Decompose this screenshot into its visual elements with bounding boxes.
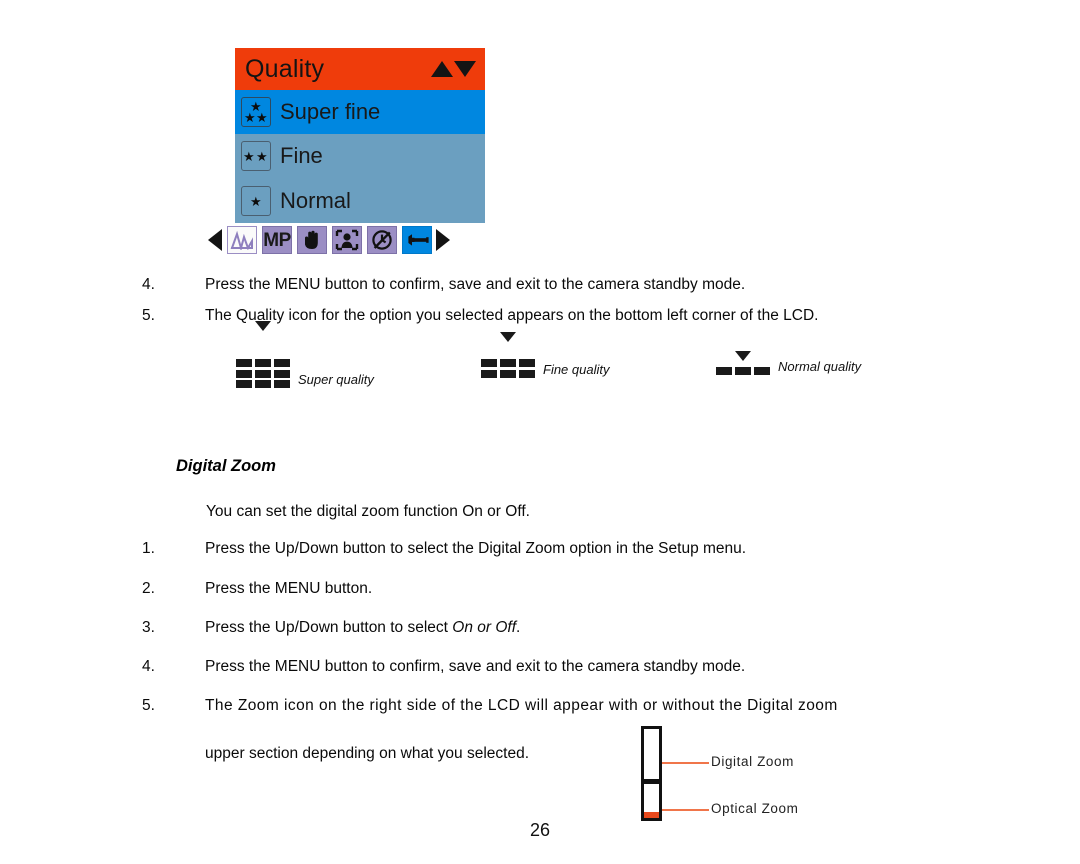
optical-zoom-label: Optical Zoom: [711, 801, 799, 816]
wrench-setup-icon[interactable]: [402, 226, 432, 254]
step-number: 5.: [142, 307, 155, 324]
zoom-level-fill: [644, 812, 659, 818]
two-star-icon: ★ ★: [241, 141, 271, 172]
normal-quality-label: Normal quality: [778, 359, 862, 374]
step-number: 2.: [142, 580, 155, 597]
step-text: Press the MENU button to confirm, save a…: [205, 658, 746, 675]
step-number: 3.: [142, 619, 155, 636]
page-number: 26: [529, 820, 551, 840]
step-text-mixed: Press the Up/Down button to select On or…: [205, 619, 520, 638]
fine-quality-label: Fine quality: [543, 361, 610, 377]
step-number: 1.: [142, 540, 155, 557]
fine-quality-icon: [481, 332, 535, 378]
lcd-scroll-arrows: [431, 61, 476, 77]
fine-quality-legend-item: Fine quality: [481, 332, 610, 378]
step-number: 5.: [142, 697, 155, 714]
scene-histogram-icon[interactable]: [227, 226, 257, 254]
lcd-option-label: Super fine: [280, 99, 381, 125]
megapixel-label: MP: [263, 229, 291, 251]
lcd-menu-header: Quality: [235, 48, 485, 90]
lcd-menu-screen: Quality ★ ★ ★ Super fine ★ ★ Fine ★ Norm…: [235, 48, 485, 223]
lcd-option-fine[interactable]: ★ ★ Fine: [235, 134, 485, 178]
super-quality-label: Super quality: [298, 372, 374, 387]
triangle-down-icon[interactable]: [454, 61, 476, 77]
super-quality-icon: [236, 321, 290, 388]
optical-zoom-leader-line: [662, 809, 709, 811]
hand-stabilizer-icon[interactable]: [297, 226, 327, 254]
lcd-option-normal[interactable]: ★ Normal: [235, 179, 485, 223]
megapixel-icon[interactable]: MP: [262, 226, 292, 254]
step-text-line2: upper section depending on what you sele…: [205, 745, 530, 762]
step-text-emphasis: On or Off: [452, 619, 517, 636]
lcd-option-super-fine[interactable]: ★ ★ ★ Super fine: [235, 90, 485, 135]
one-star-icon: ★: [241, 185, 271, 216]
step-text: Press the Up/Down button to select the D…: [205, 540, 747, 557]
three-star-icon: ★ ★ ★: [241, 97, 271, 128]
quality-icon-legend: Super quality Fine quality Normal qualit…: [236, 321, 861, 410]
triangle-up-icon[interactable]: [431, 61, 453, 77]
digital-zoom-leader-line: [662, 762, 709, 764]
self-timer-off-icon[interactable]: [367, 226, 397, 254]
arrow-left-icon[interactable]: [208, 229, 222, 251]
lcd-option-label: Fine: [280, 143, 323, 169]
super-quality-legend-item: Super quality: [236, 321, 374, 388]
lcd-option-label: Normal: [280, 187, 351, 213]
digital-zoom-segment: [641, 726, 662, 782]
step-number: 4.: [142, 658, 155, 675]
step-text-post: .: [516, 619, 521, 636]
mode-toolbar: MP: [208, 224, 470, 256]
step-text: The Quality icon for the option you sele…: [205, 307, 819, 324]
zoom-bar: [641, 726, 662, 821]
digital-zoom-intro: You can set the digital zoom function On…: [206, 503, 530, 520]
face-detection-icon[interactable]: [332, 226, 362, 254]
page-title: Digital Zoom: [176, 457, 276, 475]
step-text-line1: The Zoom icon on the right side of the L…: [205, 697, 838, 714]
step-text: Press the MENU button to confirm, save a…: [205, 276, 746, 293]
digital-zoom-label: Digital Zoom: [711, 754, 794, 769]
arrow-right-icon[interactable]: [436, 229, 450, 251]
step-number: 4.: [142, 276, 155, 293]
optical-zoom-segment: [641, 781, 662, 821]
lcd-menu-options: ★ ★ ★ Super fine ★ ★ Fine ★ Normal: [235, 90, 485, 223]
normal-quality-icon: [716, 351, 770, 378]
step-text: Press the MENU button.: [205, 580, 373, 597]
normal-quality-legend-item: Normal quality: [716, 351, 862, 378]
step-text-pre: Press the Up/Down button to select: [205, 619, 453, 636]
lcd-menu-title: Quality: [245, 54, 325, 83]
zoom-bar-diagram: Digital Zoom Optical Zoom: [641, 726, 881, 826]
